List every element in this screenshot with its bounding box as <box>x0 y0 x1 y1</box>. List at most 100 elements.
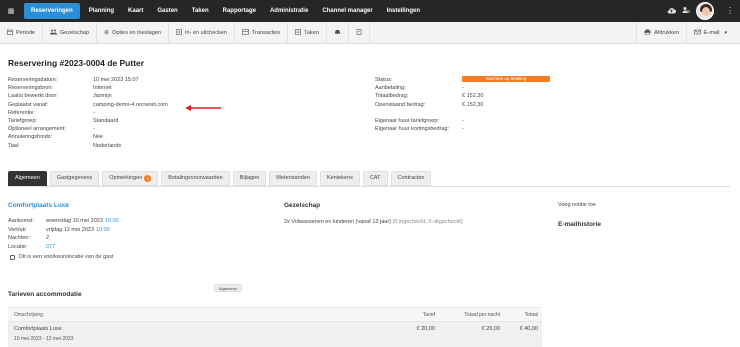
chevron-down-icon: ▾ <box>724 30 727 36</box>
page-title: Reservering #2023-0004 de Putter <box>8 58 145 68</box>
guests-checked-status: (0 ingecheckt, 0 uitgecheckt) <box>392 219 463 225</box>
tab-label: Opmerkingen <box>109 175 143 181</box>
preference-checkbox[interactable] <box>10 254 15 260</box>
info-label: Geplaatst vanaf: <box>8 101 49 108</box>
nav-reserveringen[interactable]: Reserveringen <box>24 3 80 19</box>
nights-row: Nachten: 2 <box>8 234 119 243</box>
info-label: Optioneel arrangement: <box>8 126 66 133</box>
document-icon <box>356 28 362 37</box>
col-totaal-per-nacht: Totaal per nacht <box>464 312 500 318</box>
stay-details: Aankomst: woensdag 10 mei 2023 15:00 Vertr… <box>8 217 119 251</box>
location-label: Locatie: <box>8 243 28 250</box>
email-label: E-mail <box>703 30 720 36</box>
tab-label: Algemeen <box>15 175 40 181</box>
tab-cat[interactable]: CAT <box>362 171 388 186</box>
info-row: Taal: Nederlands <box>8 142 168 150</box>
tab-label: CAT <box>369 175 381 181</box>
transacties-label: Transacties <box>251 29 281 36</box>
info-value: camping-demo-4.recranet.com <box>93 101 168 108</box>
rates-chip[interactable]: Algemeen <box>214 284 243 292</box>
nights-value: 2 <box>46 235 50 241</box>
info-label: Referentie: <box>8 109 35 116</box>
info-label: Tariefgroep: <box>8 117 38 124</box>
tab-label: Betalingsvoorwaarden <box>168 175 223 181</box>
info-value: € 152,30 <box>462 101 484 108</box>
location-row: Locatie: 077 <box>8 243 119 252</box>
more-vertical-icon[interactable]: ⋮ <box>726 0 734 22</box>
inchecken-button[interactable]: In- en uitchecken <box>169 21 235 44</box>
apps-grid-icon[interactable]: ▦ <box>0 0 22 22</box>
departure-label: Vertrek: <box>8 226 27 233</box>
info-label <box>375 109 462 117</box>
location-link[interactable]: 077 <box>46 243 55 252</box>
tab-label: Meterstanden <box>276 175 310 181</box>
nav-channel-manager[interactable]: Channel manager <box>315 0 379 22</box>
tab-opmerkingen[interactable]: Opmerkingen 1 <box>102 171 159 186</box>
accommodation-title[interactable]: Comfortplaats Luxe <box>8 202 69 209</box>
info-row: Referentie: - <box>8 109 168 117</box>
inchecken-label: In- en uitchecken <box>184 29 227 36</box>
nights-label: Nachten: <box>8 235 31 241</box>
gezelschap-button[interactable]: Gezelschap <box>43 21 98 44</box>
tab-gastgegevens[interactable]: Gastgegevens <box>49 171 100 186</box>
info-label: Reserveringsdatum: <box>8 77 58 83</box>
info-row: Eigenaar huur tariefgroep: - <box>375 117 550 125</box>
opties-button[interactable]: ⊕ Opties en toeslagen <box>97 21 169 44</box>
rate-period: 10 mei 2023 - 12 mei 2023 <box>14 336 74 342</box>
count-badge: 1 <box>144 175 152 182</box>
info-row: Aanbetaling: - <box>375 84 550 92</box>
printer-icon <box>644 29 651 37</box>
tab-divider <box>8 186 730 187</box>
taken-button[interactable]: Taken <box>288 21 327 44</box>
info-label: Reserveringsbron: <box>8 85 53 92</box>
periode-button[interactable]: Periode <box>0 21 43 44</box>
email-button[interactable]: E-mail ▾ <box>685 22 734 44</box>
tab-label: Kentekens <box>326 175 353 181</box>
info-value: Jasmijn <box>93 93 112 100</box>
checkin-icon <box>176 28 182 37</box>
cloud-upload-icon[interactable] <box>667 7 676 16</box>
info-value: € 152,30 <box>462 93 484 100</box>
info-value: Nee <box>93 134 104 141</box>
tab-contracten[interactable]: Contracten <box>390 171 432 186</box>
departure-row: Vertrek: vrijdag 12 mei 2023 10:00 <box>8 226 119 235</box>
plus-circle-icon: ⊕ <box>104 30 110 36</box>
info-label: Totaalbedrag: <box>375 93 409 100</box>
info-label: Taal: <box>8 142 20 149</box>
nav-planning[interactable]: Planning <box>82 0 121 22</box>
user-avatar[interactable] <box>696 2 714 20</box>
info-label: Openstaand bedrag: <box>375 101 426 108</box>
tab-bijlagen[interactable]: Bijlagen <box>232 171 267 186</box>
info-value: Standaard <box>93 117 119 124</box>
nav-rapportage[interactable]: Rapportage <box>216 0 263 22</box>
transacties-button[interactable]: Transacties <box>235 21 289 44</box>
nav-taken[interactable]: Taken <box>185 0 216 22</box>
document-button[interactable] <box>349 21 370 44</box>
table-row: Comfortplaats Luxe 10 mei 2023 - 12 mei … <box>8 322 542 347</box>
user-settings-icon[interactable] <box>682 6 690 16</box>
info-label: Annuleringsfonds: <box>8 134 53 141</box>
col-totaal: Totaal <box>524 312 538 318</box>
arrival-row: Aankomst: woensdag 10 mei 2023 15:00 <box>8 217 119 226</box>
tab-algemeen[interactable]: Algemeen <box>8 171 47 186</box>
opties-label: Opties en toeslagen <box>112 29 161 36</box>
nav-gasten[interactable]: Gasten <box>150 0 184 22</box>
info-value: - <box>93 126 95 133</box>
afdrukken-button[interactable]: Afdrukken <box>636 22 686 44</box>
col-omschrijving: Omschrijving <box>14 312 43 318</box>
periode-label: Periode <box>16 29 35 36</box>
rates-table-header: Omschrijving Tarief Totaal per nacht Tot… <box>8 307 542 322</box>
car-button[interactable] <box>327 21 349 44</box>
tab-betalingsvoorwaarden[interactable]: Betalingsvoorwaarden <box>161 171 230 186</box>
list-icon <box>242 28 249 37</box>
guests-summary: 2x Volwassenen en kinderen (vanaf 13 jaa… <box>284 219 463 225</box>
add-note-link[interactable]: Voeg notitie toe <box>558 202 596 208</box>
nav-instellingen[interactable]: Instellingen <box>380 0 427 22</box>
afdrukken-label: Afdrukken <box>654 30 679 36</box>
tab-kentekens[interactable]: Kentekens <box>319 171 360 186</box>
tab-meterstanden[interactable]: Meterstanden <box>269 171 317 186</box>
nav-kaart[interactable]: Kaart <box>121 0 150 22</box>
preference-checkbox-row[interactable]: Dit is een voorkeurslocatie van de gast <box>10 254 113 260</box>
nav-administratie[interactable]: Administratie <box>263 0 315 22</box>
rate-description: Comfortplaats Luxe <box>14 326 62 332</box>
